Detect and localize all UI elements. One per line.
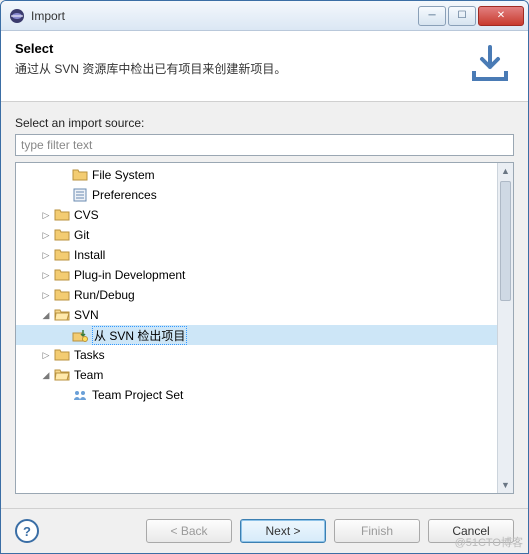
folder-icon [54, 227, 70, 243]
folder-open-icon [54, 307, 70, 323]
banner-title: Select [15, 41, 458, 56]
chevron-right-icon[interactable]: ▷ [40, 269, 52, 281]
chevron-right-icon[interactable]: ▷ [40, 289, 52, 301]
chevron-down-icon[interactable]: ◢ [40, 309, 52, 321]
finish-button[interactable]: Finish [334, 519, 420, 543]
chevron-right-icon[interactable]: ▷ [40, 349, 52, 361]
scroll-thumb[interactable] [500, 181, 511, 301]
tree-node-label: Tasks [74, 348, 105, 362]
chevron-right-icon[interactable]: ▷ [40, 229, 52, 241]
folder-icon [54, 207, 70, 223]
minimize-button[interactable]: ─ [418, 6, 446, 26]
tree-node[interactable]: 从 SVN 检出项目 [16, 325, 497, 345]
back-button[interactable]: < Back [146, 519, 232, 543]
vertical-scrollbar[interactable]: ▲ ▼ [497, 163, 513, 493]
tree-node-label: SVN [74, 308, 99, 322]
source-label: Select an import source: [15, 116, 514, 130]
tree-node[interactable]: ▷ Run/Debug [16, 285, 497, 305]
folder-icon [54, 287, 70, 303]
tree-node[interactable]: Preferences [16, 185, 497, 205]
filter-input[interactable]: type filter text [15, 134, 514, 156]
import-source-tree: File System Preferences ▷ CVS ▷ Git ▷ Install ▷ P… [15, 162, 514, 494]
close-button[interactable]: ✕ [478, 6, 524, 26]
tree-node-label: Git [74, 228, 89, 242]
wizard-banner: Select 通过从 SVN 资源库中检出已有项目来创建新项目。 [1, 31, 528, 102]
titlebar[interactable]: Import ─ ☐ ✕ [1, 1, 528, 31]
tree-node-label: Team [74, 368, 103, 382]
tree-node-label: Team Project Set [92, 388, 183, 402]
wizard-content: Select an import source: type filter tex… [1, 102, 528, 508]
tree-node-label: 从 SVN 检出项目 [92, 326, 187, 345]
folder-icon [54, 247, 70, 263]
tree-node-label: Run/Debug [74, 288, 135, 302]
tree-node-label: File System [92, 168, 155, 182]
tree-node-label: CVS [74, 208, 99, 222]
eclipse-icon [9, 8, 25, 24]
next-button[interactable]: Next > [240, 519, 326, 543]
chevron-down-icon[interactable]: ◢ [40, 369, 52, 381]
folder-icon [54, 267, 70, 283]
wizard-button-bar: ? < Back Next > Finish Cancel [1, 508, 528, 553]
import-wizard-window: Import ─ ☐ ✕ Select 通过从 SVN 资源库中检出已有项目来创… [0, 0, 529, 554]
tree-node[interactable]: ▷ Tasks [16, 345, 497, 365]
watermark: @51CTO博客 [455, 534, 523, 550]
tree-node[interactable]: ◢ Team [16, 365, 497, 385]
folder-plain-icon [72, 167, 88, 183]
tree-node-label: Plug-in Development [74, 268, 185, 282]
window-title: Import [31, 9, 418, 23]
tree-node-label: Install [74, 248, 105, 262]
help-button[interactable]: ? [15, 519, 39, 543]
scroll-down-icon[interactable]: ▼ [498, 477, 513, 493]
tree-node[interactable]: ▷ Install [16, 245, 497, 265]
scroll-up-icon[interactable]: ▲ [498, 163, 513, 179]
import-icon [466, 41, 514, 89]
tree-node[interactable]: ▷ Git [16, 225, 497, 245]
tree-node[interactable]: Team Project Set [16, 385, 497, 405]
tree-viewport[interactable]: File System Preferences ▷ CVS ▷ Git ▷ Install ▷ P… [16, 163, 497, 493]
tree-node[interactable]: ◢ SVN [16, 305, 497, 325]
window-buttons: ─ ☐ ✕ [418, 6, 524, 26]
banner-description: 通过从 SVN 资源库中检出已有项目来创建新项目。 [15, 60, 458, 77]
tree-node[interactable]: ▷ Plug-in Development [16, 265, 497, 285]
tree-node[interactable]: ▷ CVS [16, 205, 497, 225]
maximize-button[interactable]: ☐ [448, 6, 476, 26]
tree-node[interactable]: File System [16, 165, 497, 185]
folder-icon [54, 347, 70, 363]
folder-open-icon [54, 367, 70, 383]
chevron-right-icon[interactable]: ▷ [40, 209, 52, 221]
pref-icon [72, 187, 88, 203]
svn-checkout-icon [72, 327, 88, 343]
chevron-right-icon[interactable]: ▷ [40, 249, 52, 261]
team-set-icon [72, 387, 88, 403]
tree-node-label: Preferences [92, 188, 157, 202]
